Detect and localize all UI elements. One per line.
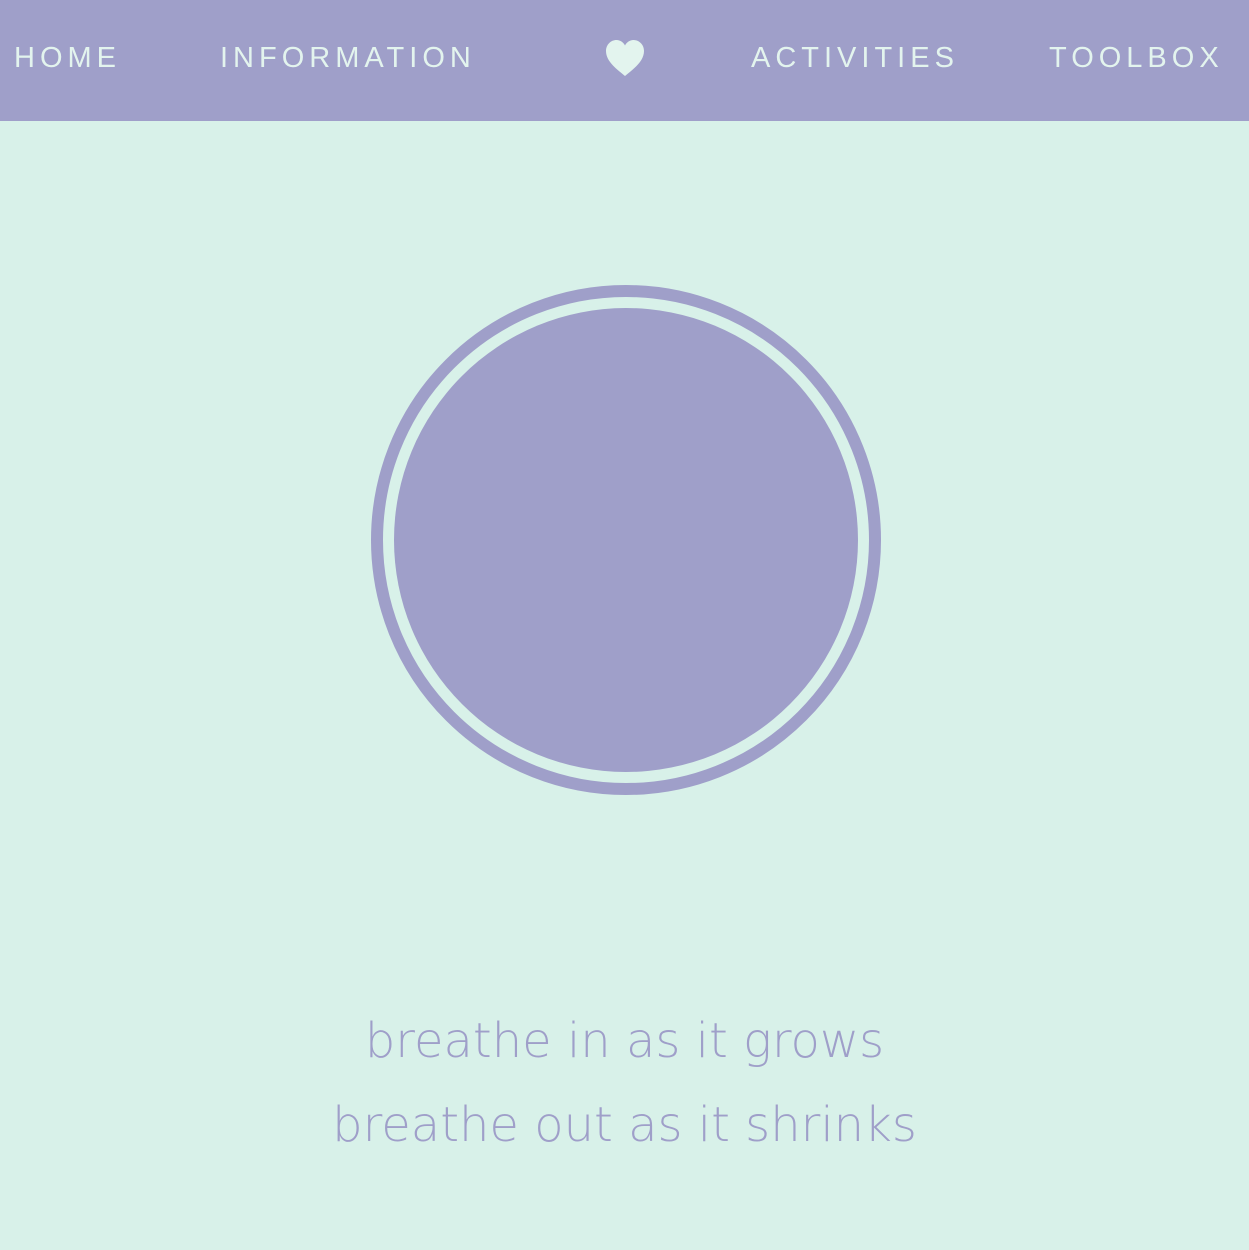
- breathe-out-instruction: breathe out as it shrinks: [332, 1097, 917, 1153]
- heart-icon[interactable]: [604, 38, 646, 78]
- nav-information-link[interactable]: INFORMATION: [220, 38, 476, 78]
- top-navigation-bar: HOME INFORMATION ACTIVITIES TOOLBOX: [0, 0, 1249, 121]
- nav-activities-link[interactable]: ACTIVITIES: [751, 38, 959, 78]
- breathe-in-instruction: breathe in as it grows: [364, 1013, 885, 1069]
- nav-toolbox-link[interactable]: TOOLBOX: [1049, 38, 1224, 78]
- nav-home-link[interactable]: HOME: [14, 38, 121, 78]
- breathing-circle: [394, 308, 858, 772]
